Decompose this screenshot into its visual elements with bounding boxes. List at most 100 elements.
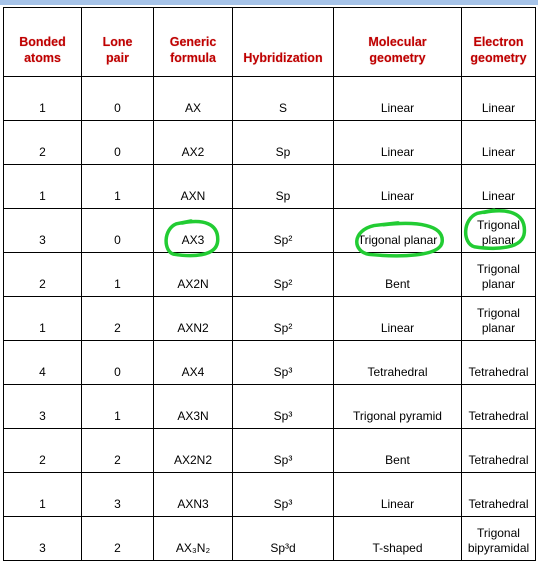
- table-row: 1 1 AXN Sp Linear Linear: [3, 164, 536, 209]
- hybridization-cell-text: Sp³: [273, 497, 293, 511]
- lone-pair-cell-text: 0: [114, 365, 121, 379]
- bonded-atoms-cell: 1: [3, 472, 82, 517]
- formula-cell: AXN2: [153, 296, 233, 341]
- formula-cell: AX2N: [153, 252, 233, 297]
- hybridization-cell: Sp³: [232, 340, 334, 385]
- formula-cell-text: AXN3: [177, 497, 209, 511]
- hybridization-cell-text: Sp²: [273, 277, 293, 291]
- formula-cell: AX₃N₂: [153, 516, 233, 561]
- hybridization-cell-text: Sp³: [273, 409, 293, 423]
- electron-geometry-cell: Tetrahedral: [461, 428, 536, 473]
- molecular-geometry-cell: Bent: [333, 252, 462, 297]
- table-row: 2 0 AX2 Sp Linear Linear: [3, 120, 536, 165]
- table-row: 1 2 AXN2 Sp² Linear Trigonal planar: [3, 296, 536, 341]
- table-row: 2 2 AX2N2 Sp³ Bent Tetrahedral: [3, 428, 536, 473]
- molecular-geometry-cell: Bent: [333, 428, 462, 473]
- bonded-atoms-cell-text: 1: [39, 497, 46, 511]
- bonded-atoms-cell: 3: [3, 208, 82, 253]
- formula-cell: AX4: [153, 340, 233, 385]
- formula-cell: AX: [153, 76, 233, 121]
- hybridization-cell: S: [232, 76, 334, 121]
- molecular-geometry-cell-text: Linear: [380, 101, 415, 115]
- hybridization-cell: Sp³d: [232, 516, 334, 561]
- lone-pair-cell-text: 3: [114, 497, 121, 511]
- bonded-atoms-cell: 1: [3, 76, 82, 121]
- bonded-atoms-cell-text: 2: [39, 277, 46, 291]
- lone-pair-cell: 0: [81, 76, 154, 121]
- bonded-atoms-cell: 2: [3, 428, 82, 473]
- lone-pair-cell-text: 2: [114, 541, 121, 555]
- electron-geometry-cell-text: Tetrahedral: [468, 365, 529, 379]
- electron-geometry-cell: Tetrahedral: [461, 340, 536, 385]
- bonded-atoms-cell: 1: [3, 164, 82, 209]
- molecular-geometry-cell: Linear: [333, 76, 462, 121]
- formula-cell-text: AX2: [181, 145, 205, 159]
- molecular-geometry-cell: Linear: [333, 164, 462, 209]
- electron-geometry-cell-text: Tetrahedral: [468, 497, 529, 511]
- electron-geometry-cell-text: Tetrahedral: [468, 409, 529, 423]
- electron-geometry-cell-text: Linear: [481, 145, 516, 159]
- lone-pair-cell-text: 0: [114, 145, 121, 159]
- bonded-atoms-cell-text: 3: [39, 233, 46, 247]
- molecular-geometry-cell-text: Bent: [385, 453, 410, 467]
- electron-geometry-cell-text: Trigonal planar: [477, 262, 520, 291]
- lone-pair-cell: 1: [81, 384, 154, 429]
- bonded-atoms-cell: 2: [3, 252, 82, 297]
- molecular-geometry-cell: Tetrahedral: [333, 340, 462, 385]
- electron-geometry-cell: Linear: [461, 76, 536, 121]
- molecular-geometry-cell: Trigonal planar: [333, 208, 462, 258]
- bonded-atoms-cell-text: 1: [39, 101, 46, 115]
- hybridization-cell-text: Sp³: [273, 365, 293, 379]
- bonded-atoms-cell: 2: [3, 120, 82, 165]
- molecular-geometry-cell-text: Linear: [380, 321, 415, 335]
- electron-geometry-cell: Trigonal planar: [461, 252, 536, 297]
- table-row: 3 1 AX3N Sp³ Trigonal pyramid Tetrahedral: [3, 384, 536, 429]
- lone-pair-cell: 0: [81, 208, 154, 253]
- electron-geometry-cell-text: Linear: [481, 101, 516, 115]
- formula-cell: AX3N: [153, 384, 233, 429]
- hybridization-cell-text: Sp: [275, 145, 291, 159]
- formula-cell: AXN: [153, 164, 233, 209]
- bonded-atoms-cell-text: 3: [39, 541, 46, 555]
- molecular-geometry-cell-text: Bent: [385, 277, 410, 291]
- annotation-circle: Trigonal planar: [354, 221, 444, 258]
- formula-cell-text: AX2N2: [173, 453, 213, 467]
- hybridization-cell: Sp³: [232, 428, 334, 473]
- header-row: Bonded atoms Lone pair Generic formula Hybr…: [3, 7, 536, 77]
- formula-cell-text: AX: [184, 101, 201, 115]
- hybridization-cell-text: Sp³d: [270, 541, 296, 555]
- formula-cell-text: AX3: [181, 233, 205, 247]
- electron-geometry-cell: Tetrahedral: [461, 384, 536, 429]
- formula-cell-text: AXN: [180, 189, 206, 203]
- molecular-geometry-cell: Linear: [333, 472, 462, 517]
- hybridization-cell-text: Sp³: [273, 453, 293, 467]
- annotation-circle: AX3: [164, 219, 220, 258]
- formula-cell: AX3: [153, 208, 233, 258]
- lone-pair-cell-text: 0: [114, 101, 121, 115]
- bonded-atoms-cell-text: 2: [39, 145, 46, 159]
- bonded-atoms-cell: 3: [3, 384, 82, 429]
- table-row: 4 0 AX4 Sp³ Tetrahedral Tetrahedral: [3, 340, 536, 385]
- header-hybridization: Hybridization: [232, 7, 334, 77]
- molecular-geometry-cell-text: Linear: [380, 189, 415, 203]
- electron-geometry-cell-text: Tetrahedral: [468, 453, 529, 467]
- header-bonded-atoms: Bonded atoms: [3, 7, 82, 77]
- hybridization-cell: Sp²: [232, 208, 334, 253]
- table-row: 3 2 AX₃N₂ Sp³d T-shaped Trigonal bipyramidal: [3, 516, 536, 561]
- bonded-atoms-cell-text: 3: [39, 409, 46, 423]
- hybridization-cell: Sp³: [232, 472, 334, 517]
- lone-pair-cell-text: 2: [114, 453, 121, 467]
- molecular-geometry-cell: Linear: [333, 120, 462, 165]
- formula-cell: AX2: [153, 120, 233, 165]
- molecular-geometry-cell-text: Tetrahedral: [367, 365, 428, 379]
- table-row: 1 0 AX S Linear Linear: [3, 76, 536, 121]
- table-row: 3 0 AX3 Sp² Trigonal planar Trigonal planar: [3, 208, 536, 258]
- header-lone-pair: Lone pair: [81, 7, 154, 77]
- lone-pair-cell-text: 2: [114, 321, 121, 335]
- electron-geometry-cell-text: Trigonal planar: [477, 306, 520, 335]
- molecular-geometry-cell: T-shaped: [333, 516, 462, 561]
- hybridization-cell: Sp: [232, 164, 334, 209]
- electron-geometry-cell-text: Trigonal bipyramidal: [467, 526, 530, 555]
- electron-geometry-cell: Trigonal bipyramidal: [461, 516, 536, 561]
- molecular-geometry-cell-text: Trigonal pyramid: [353, 409, 442, 423]
